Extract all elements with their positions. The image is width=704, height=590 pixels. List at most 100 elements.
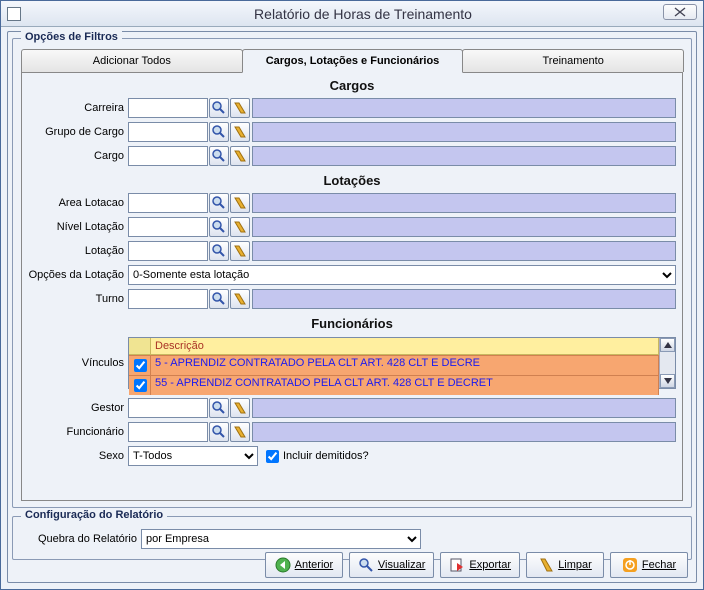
grupo-cargo-clear-button[interactable]: [230, 122, 250, 142]
broom-icon: [233, 220, 247, 234]
chevron-down-icon: [664, 378, 672, 384]
carreira-input[interactable]: [128, 98, 208, 118]
incluir-demitidos-checkbox[interactable]: [266, 450, 279, 463]
app-icon: [7, 7, 21, 21]
broom-icon: [233, 101, 247, 115]
cargo-lookup-button[interactable]: [209, 146, 229, 166]
label-vinculos: Vínculos: [28, 357, 128, 369]
nivel-lotacao-input[interactable]: [128, 217, 208, 237]
funcionario-lookup-button[interactable]: [209, 422, 229, 442]
scroll-up-button[interactable]: [660, 338, 675, 352]
search-icon: [212, 401, 226, 415]
grid-check-header[interactable]: [129, 338, 151, 355]
filtros-legend: Opções de Filtros: [21, 31, 122, 43]
chevron-up-icon: [664, 342, 672, 348]
label-sexo: Sexo: [28, 450, 128, 462]
broom-icon: [233, 125, 247, 139]
funcionario-input[interactable]: [128, 422, 208, 442]
section-cargos-title: Cargos: [28, 78, 676, 93]
search-icon: [212, 292, 226, 306]
area-lotacao-input[interactable]: [128, 193, 208, 213]
exportar-button[interactable]: Exportar: [440, 552, 520, 578]
gestor-input[interactable]: [128, 398, 208, 418]
row-checkbox[interactable]: [134, 359, 147, 372]
anterior-button[interactable]: Anterior: [265, 552, 343, 578]
label-area-lotacao: Area Lotacao: [28, 197, 128, 209]
tab-treinamento[interactable]: Treinamento: [462, 49, 684, 72]
carreira-clear-button[interactable]: [230, 98, 250, 118]
turno-lookup-button[interactable]: [209, 289, 229, 309]
close-icon: [674, 7, 686, 17]
nivel-lotacao-clear-button[interactable]: [230, 217, 250, 237]
config-legend: Configuração do Relatório: [21, 509, 167, 521]
fechar-button[interactable]: Fechar: [610, 552, 688, 578]
table-row[interactable]: 55 - APRENDIZ CONTRATADO PELA CLT ART. 4…: [129, 375, 659, 395]
lotacao-lookup-button[interactable]: [209, 241, 229, 261]
row-checkbox[interactable]: [134, 379, 147, 392]
area-lotacao-lookup-button[interactable]: [209, 193, 229, 213]
label-quebra: Quebra do Relatório: [21, 533, 141, 545]
section-funcionarios-title: Funcionários: [28, 316, 676, 331]
label-grupo-cargo: Grupo de Cargo: [28, 126, 128, 138]
visualizar-button[interactable]: Visualizar: [349, 552, 435, 578]
broom-icon: [233, 292, 247, 306]
title-bar: Relatório de Horas de Treinamento: [1, 1, 703, 27]
area-lotacao-clear-button[interactable]: [230, 193, 250, 213]
search-icon: [212, 149, 226, 163]
broom-icon: [233, 425, 247, 439]
search-icon: [212, 101, 226, 115]
label-nivel-lotacao: Nível Lotação: [28, 221, 128, 233]
cargo-clear-button[interactable]: [230, 146, 250, 166]
window-title: Relatório de Horas de Treinamento: [29, 6, 697, 22]
search-icon: [212, 425, 226, 439]
tabs: Adicionar Todos Cargos, Lotações e Funci…: [21, 49, 683, 73]
label-lotacao: Lotação: [28, 245, 128, 257]
vinculos-grid[interactable]: Descrição 5 - APRENDIZ CONTRATADO PELA C…: [128, 337, 676, 389]
grid-descricao-header[interactable]: Descrição: [151, 338, 659, 355]
scroll-down-button[interactable]: [660, 374, 675, 388]
grupo-cargo-input[interactable]: [128, 122, 208, 142]
turno-clear-button[interactable]: [230, 289, 250, 309]
grupo-cargo-lookup-button[interactable]: [209, 122, 229, 142]
lotacao-clear-button[interactable]: [230, 241, 250, 261]
tab-cargos-lotacoes-funcionarios[interactable]: Cargos, Lotações e Funcionários: [242, 49, 464, 73]
turno-input[interactable]: [128, 289, 208, 309]
power-icon: [622, 557, 638, 573]
nivel-lotacao-display: [252, 217, 676, 237]
label-turno: Turno: [28, 293, 128, 305]
label-gestor: Gestor: [28, 402, 128, 414]
tab-body: Cargos Carreira Grupo de Cargo Cargo: [21, 72, 683, 501]
funcionario-display: [252, 422, 676, 442]
row-descricao: 5 - APRENDIZ CONTRATADO PELA CLT ART. 42…: [151, 355, 659, 375]
carreira-display: [252, 98, 676, 118]
gestor-clear-button[interactable]: [230, 398, 250, 418]
app-window: Relatório de Horas de Treinamento Opções…: [0, 0, 704, 590]
sexo-select[interactable]: T-Todos: [128, 446, 258, 466]
gestor-lookup-button[interactable]: [209, 398, 229, 418]
opcoes-lotacao-select[interactable]: 0-Somente esta lotação: [128, 265, 676, 285]
nivel-lotacao-lookup-button[interactable]: [209, 217, 229, 237]
cargo-input[interactable]: [128, 146, 208, 166]
quebra-select[interactable]: por Empresa: [141, 529, 421, 549]
label-incluir-demitidos: Incluir demitidos?: [283, 450, 369, 462]
limpar-button[interactable]: Limpar: [526, 552, 604, 578]
grupo-cargo-display: [252, 122, 676, 142]
label-funcionario: Funcionário: [28, 426, 128, 438]
search-icon: [212, 220, 226, 234]
broom-icon: [233, 244, 247, 258]
label-cargo: Cargo: [28, 150, 128, 162]
search-icon: [212, 244, 226, 258]
carreira-lookup-button[interactable]: [209, 98, 229, 118]
lotacao-input[interactable]: [128, 241, 208, 261]
tab-adicionar-todos[interactable]: Adicionar Todos: [21, 49, 243, 72]
filtros-fieldset: Opções de Filtros Adicionar Todos Cargos…: [12, 38, 692, 508]
grid-scrollbar[interactable]: [659, 338, 675, 388]
funcionario-clear-button[interactable]: [230, 422, 250, 442]
row-descricao: 55 - APRENDIZ CONTRATADO PELA CLT ART. 4…: [151, 375, 659, 395]
close-button[interactable]: [663, 4, 697, 20]
broom-icon: [538, 557, 554, 573]
search-icon: [212, 125, 226, 139]
content-panel: Opções de Filtros Adicionar Todos Cargos…: [7, 31, 697, 583]
export-icon: [449, 557, 465, 573]
table-row[interactable]: 5 - APRENDIZ CONTRATADO PELA CLT ART. 42…: [129, 355, 659, 375]
